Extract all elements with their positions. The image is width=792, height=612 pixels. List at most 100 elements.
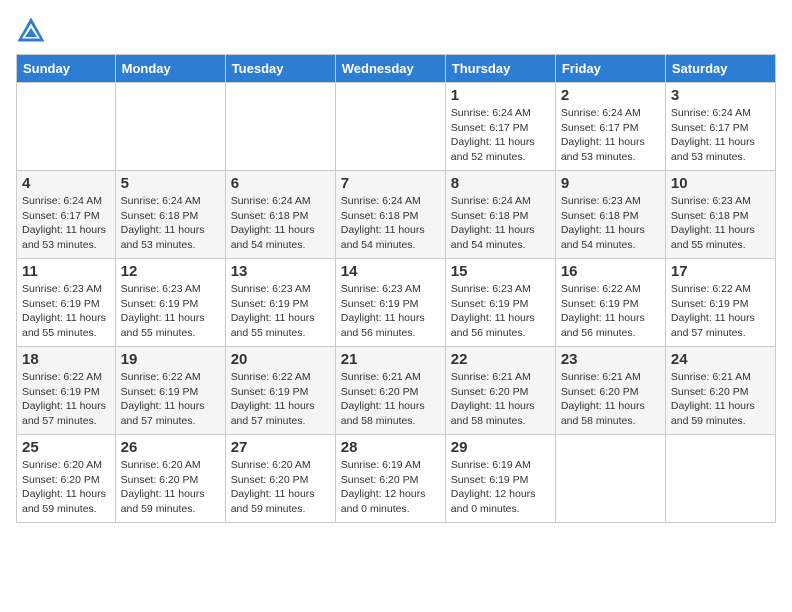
day-number: 29 <box>451 439 550 456</box>
day-of-week-header: Saturday <box>665 55 775 83</box>
day-info: Sunrise: 6:20 AM Sunset: 6:20 PM Dayligh… <box>231 458 330 517</box>
calendar-cell: 5 Sunrise: 6:24 AM Sunset: 6:18 PM Daylig… <box>115 171 225 259</box>
day-info: Sunrise: 6:24 AM Sunset: 6:17 PM Dayligh… <box>22 194 110 253</box>
day-info: Sunrise: 6:23 AM Sunset: 6:19 PM Dayligh… <box>22 282 110 341</box>
day-number: 19 <box>121 351 220 368</box>
calendar-cell: 28 Sunrise: 6:19 AM Sunset: 6:20 PM Dayli… <box>335 435 445 523</box>
day-number: 11 <box>22 263 110 280</box>
calendar-cell <box>115 83 225 171</box>
calendar-cell <box>335 83 445 171</box>
calendar-cell <box>665 435 775 523</box>
calendar-cell: 11 Sunrise: 6:23 AM Sunset: 6:19 PM Dayli… <box>17 259 116 347</box>
calendar-cell: 16Sunrise: 6:22 AM Sunset: 6:19 PM Dayli… <box>555 259 665 347</box>
calendar-week-row: 1 Sunrise: 6:24 AM Sunset: 6:17 PM Daylig… <box>17 83 776 171</box>
calendar-cell: 20 Sunrise: 6:22 AM Sunset: 6:19 PM Dayli… <box>225 347 335 435</box>
day-info: Sunrise: 6:24 AM Sunset: 6:18 PM Dayligh… <box>451 194 550 253</box>
calendar-cell: 10Sunrise: 6:23 AM Sunset: 6:18 PM Dayli… <box>665 171 775 259</box>
day-number: 28 <box>341 439 440 456</box>
day-number: 23 <box>561 351 660 368</box>
calendar-cell: 9 Sunrise: 6:23 AM Sunset: 6:18 PM Daylig… <box>555 171 665 259</box>
day-info: Sunrise: 6:23 AM Sunset: 6:19 PM Dayligh… <box>121 282 220 341</box>
day-number: 4 <box>22 175 110 192</box>
day-number: 9 <box>561 175 660 192</box>
calendar-week-row: 11 Sunrise: 6:23 AM Sunset: 6:19 PM Dayli… <box>17 259 776 347</box>
day-info: Sunrise: 6:21 AM Sunset: 6:20 PM Dayligh… <box>341 370 440 429</box>
day-info: Sunrise: 6:24 AM Sunset: 6:17 PM Dayligh… <box>671 106 770 165</box>
day-number: 15 <box>451 263 550 280</box>
day-of-week-header: Sunday <box>17 55 116 83</box>
day-info: Sunrise: 6:24 AM Sunset: 6:17 PM Dayligh… <box>451 106 550 165</box>
day-number: 13 <box>231 263 330 280</box>
day-number: 27 <box>231 439 330 456</box>
day-info: Sunrise: 6:24 AM Sunset: 6:18 PM Dayligh… <box>341 194 440 253</box>
calendar-table: SundayMondayTuesdayWednesdayThursdayFrid… <box>16 54 776 523</box>
page-header <box>16 16 776 46</box>
calendar-cell: 6Sunrise: 6:24 AM Sunset: 6:18 PM Daylig… <box>225 171 335 259</box>
day-number: 3 <box>671 87 770 104</box>
calendar-cell: 27 Sunrise: 6:20 AM Sunset: 6:20 PM Dayli… <box>225 435 335 523</box>
day-number: 25 <box>22 439 110 456</box>
calendar-cell: 24Sunrise: 6:21 AM Sunset: 6:20 PM Dayli… <box>665 347 775 435</box>
day-of-week-header: Thursday <box>445 55 555 83</box>
day-info: Sunrise: 6:23 AM Sunset: 6:19 PM Dayligh… <box>341 282 440 341</box>
logo-icon <box>16 16 46 46</box>
day-info: Sunrise: 6:22 AM Sunset: 6:19 PM Dayligh… <box>22 370 110 429</box>
calendar-week-row: 4 Sunrise: 6:24 AM Sunset: 6:17 PM Daylig… <box>17 171 776 259</box>
calendar-cell: 7 Sunrise: 6:24 AM Sunset: 6:18 PM Daylig… <box>335 171 445 259</box>
day-info: Sunrise: 6:21 AM Sunset: 6:20 PM Dayligh… <box>561 370 660 429</box>
calendar-cell: 13 Sunrise: 6:23 AM Sunset: 6:19 PM Dayli… <box>225 259 335 347</box>
calendar-cell: 8 Sunrise: 6:24 AM Sunset: 6:18 PM Daylig… <box>445 171 555 259</box>
day-info: Sunrise: 6:22 AM Sunset: 6:19 PM Dayligh… <box>561 282 660 341</box>
calendar-cell: 19 Sunrise: 6:22 AM Sunset: 6:19 PM Dayli… <box>115 347 225 435</box>
day-number: 22 <box>451 351 550 368</box>
day-number: 8 <box>451 175 550 192</box>
calendar-cell: 21 Sunrise: 6:21 AM Sunset: 6:20 PM Dayli… <box>335 347 445 435</box>
logo <box>16 16 50 46</box>
day-of-week-header: Monday <box>115 55 225 83</box>
calendar-cell: 17 Sunrise: 6:22 AM Sunset: 6:19 PM Dayli… <box>665 259 775 347</box>
day-info: Sunrise: 6:20 AM Sunset: 6:20 PM Dayligh… <box>121 458 220 517</box>
day-number: 20 <box>231 351 330 368</box>
day-info: Sunrise: 6:24 AM Sunset: 6:17 PM Dayligh… <box>561 106 660 165</box>
day-number: 1 <box>451 87 550 104</box>
day-info: Sunrise: 6:22 AM Sunset: 6:19 PM Dayligh… <box>231 370 330 429</box>
calendar-cell: 18 Sunrise: 6:22 AM Sunset: 6:19 PM Dayli… <box>17 347 116 435</box>
calendar-cell <box>17 83 116 171</box>
day-number: 12 <box>121 263 220 280</box>
day-of-week-header: Tuesday <box>225 55 335 83</box>
calendar-cell <box>225 83 335 171</box>
day-info: Sunrise: 6:23 AM Sunset: 6:19 PM Dayligh… <box>231 282 330 341</box>
day-info: Sunrise: 6:24 AM Sunset: 6:18 PM Dayligh… <box>121 194 220 253</box>
day-info: Sunrise: 6:20 AM Sunset: 6:20 PM Dayligh… <box>22 458 110 517</box>
calendar-cell: 25 Sunrise: 6:20 AM Sunset: 6:20 PM Dayli… <box>17 435 116 523</box>
day-info: Sunrise: 6:22 AM Sunset: 6:19 PM Dayligh… <box>671 282 770 341</box>
calendar-cell: 1 Sunrise: 6:24 AM Sunset: 6:17 PM Daylig… <box>445 83 555 171</box>
calendar-cell: 4 Sunrise: 6:24 AM Sunset: 6:17 PM Daylig… <box>17 171 116 259</box>
calendar-cell: 23 Sunrise: 6:21 AM Sunset: 6:20 PM Dayli… <box>555 347 665 435</box>
day-number: 2 <box>561 87 660 104</box>
day-info: Sunrise: 6:21 AM Sunset: 6:20 PM Dayligh… <box>451 370 550 429</box>
calendar-cell: 26 Sunrise: 6:20 AM Sunset: 6:20 PM Dayli… <box>115 435 225 523</box>
day-info: Sunrise: 6:23 AM Sunset: 6:18 PM Dayligh… <box>561 194 660 253</box>
day-number: 26 <box>121 439 220 456</box>
day-number: 6 <box>231 175 330 192</box>
calendar-cell: 22 Sunrise: 6:21 AM Sunset: 6:20 PM Dayli… <box>445 347 555 435</box>
day-number: 5 <box>121 175 220 192</box>
calendar-week-row: 18 Sunrise: 6:22 AM Sunset: 6:19 PM Dayli… <box>17 347 776 435</box>
day-info: Sunrise: 6:21 AM Sunset: 6:20 PM Dayligh… <box>671 370 770 429</box>
calendar-cell: 12 Sunrise: 6:23 AM Sunset: 6:19 PM Dayli… <box>115 259 225 347</box>
day-number: 18 <box>22 351 110 368</box>
calendar-week-row: 25 Sunrise: 6:20 AM Sunset: 6:20 PM Dayli… <box>17 435 776 523</box>
day-of-week-header: Wednesday <box>335 55 445 83</box>
calendar-cell: 14 Sunrise: 6:23 AM Sunset: 6:19 PM Dayli… <box>335 259 445 347</box>
day-number: 17 <box>671 263 770 280</box>
day-info: Sunrise: 6:23 AM Sunset: 6:19 PM Dayligh… <box>451 282 550 341</box>
day-number: 7 <box>341 175 440 192</box>
day-info: Sunrise: 6:19 AM Sunset: 6:19 PM Dayligh… <box>451 458 550 517</box>
calendar-cell: 3 Sunrise: 6:24 AM Sunset: 6:17 PM Daylig… <box>665 83 775 171</box>
day-number: 14 <box>341 263 440 280</box>
day-of-week-header: Friday <box>555 55 665 83</box>
day-info: Sunrise: 6:19 AM Sunset: 6:20 PM Dayligh… <box>341 458 440 517</box>
day-info: Sunrise: 6:22 AM Sunset: 6:19 PM Dayligh… <box>121 370 220 429</box>
day-number: 21 <box>341 351 440 368</box>
